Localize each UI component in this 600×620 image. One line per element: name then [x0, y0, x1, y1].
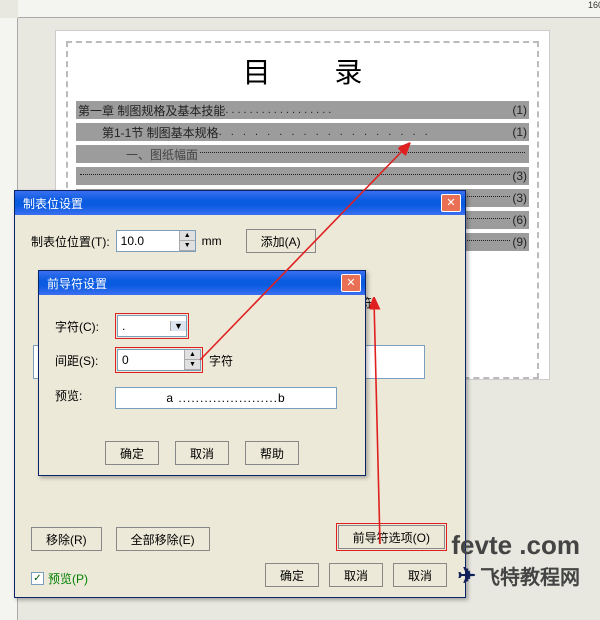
- tab-position-label: 制表位位置(T):: [31, 233, 110, 250]
- spacing-label: 间距(S):: [55, 352, 109, 369]
- ok-button[interactable]: 确定: [105, 441, 159, 465]
- spinner[interactable]: ▲▼: [179, 231, 195, 251]
- toc-row[interactable]: 一、图纸幅面: [76, 145, 529, 163]
- char-value: .: [118, 319, 170, 333]
- spinner-up-icon[interactable]: ▲: [180, 231, 195, 241]
- toc-page: (1): [512, 103, 527, 117]
- highlight-box: . ▼: [115, 313, 189, 339]
- toc-page: (3): [512, 191, 527, 205]
- toc-leader: . . . . . . . . . . . . . . . . . .: [219, 126, 513, 138]
- cancel-button[interactable]: 取消: [329, 563, 383, 587]
- remove-button[interactable]: 移除(R): [31, 527, 102, 551]
- spacing-value: 0: [118, 350, 184, 370]
- preview-label: 预览:: [55, 387, 109, 404]
- wing-icon: ✈: [458, 563, 476, 589]
- char-label: 字符(C):: [55, 318, 109, 335]
- ruler-horizontal: 160: [18, 0, 600, 18]
- dialog-title: 前导符设置: [47, 275, 341, 292]
- toc-page: (1): [512, 125, 527, 139]
- spinner-down-icon[interactable]: ▼: [185, 360, 200, 370]
- leader-options-button[interactable]: 前导符选项(O): [338, 525, 445, 549]
- toc-page: (9): [512, 235, 527, 249]
- leader-settings-dialog: 前导符设置 字符(C): . ▼ 间距(S): 0 ▲▼ 字符 预览:: [38, 270, 366, 476]
- toc-text: 一、图纸幅面: [126, 146, 198, 163]
- tab-position-input[interactable]: 10.0 ▲▼: [116, 230, 196, 252]
- help-button[interactable]: 帮助: [245, 441, 299, 465]
- watermark: fevte .com ✈飞特教程网: [451, 530, 580, 590]
- toc-leader: [200, 152, 525, 153]
- tab-position-value: 10.0: [117, 231, 179, 251]
- preview-box: a .......................b: [115, 387, 337, 409]
- cancel2-button[interactable]: 取消: [393, 563, 447, 587]
- ok-button[interactable]: 确定: [265, 563, 319, 587]
- toc-page: (3): [512, 169, 527, 183]
- watermark-line2: 飞特教程网: [480, 561, 580, 590]
- unit-label: mm: [202, 234, 222, 248]
- add-button[interactable]: 添加(A): [246, 229, 316, 253]
- toc-row[interactable]: 第1-1节 制图基本规格 . . . . . . . . . . . . . .…: [76, 123, 529, 141]
- close-icon[interactable]: [341, 274, 361, 292]
- toc-row[interactable]: 第一章 制图规格及基本技能 .................. (1): [76, 101, 529, 119]
- spinner-down-icon[interactable]: ▼: [180, 241, 195, 251]
- dialog-titlebar[interactable]: 前导符设置: [39, 271, 365, 295]
- cancel-button[interactable]: 取消: [175, 441, 229, 465]
- toc-title: 目 录: [72, 51, 533, 91]
- toc-leader: [80, 174, 510, 175]
- spinner-up-icon[interactable]: ▲: [185, 350, 200, 360]
- toc-leader: ..................: [225, 104, 512, 116]
- highlight-box: 前导符选项(O): [336, 523, 447, 551]
- preview-checkbox[interactable]: ✓: [31, 572, 44, 585]
- spinner[interactable]: ▲▼: [184, 350, 200, 370]
- dialog-title: 制表位设置: [23, 195, 441, 212]
- char-combo[interactable]: . ▼: [117, 315, 187, 337]
- close-icon[interactable]: [441, 194, 461, 212]
- highlight-box: 0 ▲▼: [115, 347, 203, 373]
- toc-text: 第一章 制图规格及基本技能: [78, 102, 225, 119]
- toc-row[interactable]: (3): [76, 167, 529, 185]
- dialog-titlebar[interactable]: 制表位设置: [15, 191, 465, 215]
- preview-checkbox-label: 预览(P): [48, 570, 88, 587]
- watermark-line1: fevte .com: [451, 530, 580, 561]
- chevron-down-icon[interactable]: ▼: [170, 321, 186, 331]
- remove-all-button[interactable]: 全部移除(E): [116, 527, 210, 551]
- spacing-suffix: 字符: [209, 352, 233, 369]
- toc-page: (6): [512, 213, 527, 227]
- toc-text: 第1-1节 制图基本规格: [102, 124, 219, 141]
- spacing-input[interactable]: 0 ▲▼: [117, 349, 201, 371]
